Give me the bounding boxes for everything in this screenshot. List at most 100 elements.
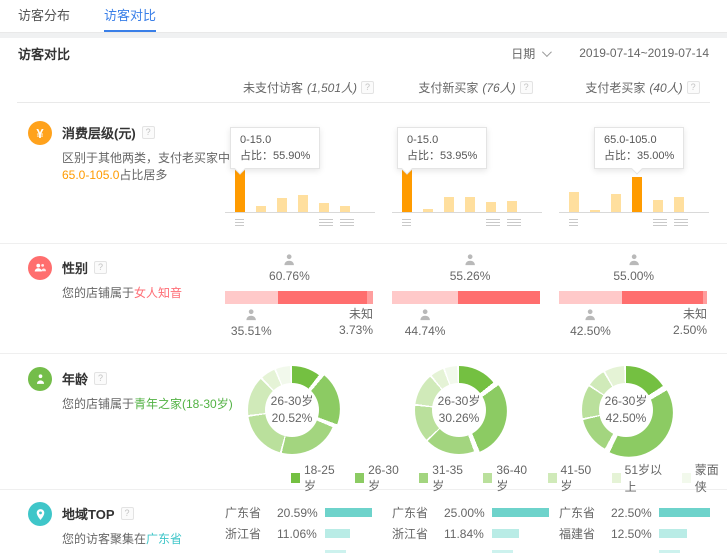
region-bar[interactable] (659, 508, 710, 517)
legend-label: 31-35岁 (432, 463, 470, 494)
bar-segment[interactable] (653, 200, 663, 212)
bar-segment[interactable] (256, 206, 266, 212)
region-rows: 广东省25.00%浙江省11.84% (392, 490, 559, 553)
region-bar[interactable] (325, 508, 372, 517)
bar-segment[interactable] (298, 195, 308, 212)
region-chart-cell: 广东省22.50%福建省12.50% (559, 490, 726, 553)
column-name: 支付新买家 (418, 79, 478, 96)
region-chart-cell: 广东省25.00%浙江省11.84% (392, 490, 559, 553)
column-count: (1,501人) (307, 79, 357, 96)
tooltip-share: 占比：55.90% (240, 148, 310, 164)
gender-segment-unknown[interactable] (703, 291, 707, 304)
bar-segment[interactable] (507, 201, 517, 212)
legend-item[interactable]: 41-50岁 (548, 463, 599, 494)
bar-segment[interactable] (444, 197, 454, 212)
date-dropdown-label: 日期 (511, 45, 535, 62)
region-row (559, 544, 726, 553)
bar-segment[interactable] (569, 192, 579, 212)
help-icon[interactable]: ? (94, 261, 107, 274)
bar-segment[interactable] (674, 197, 684, 212)
gender-chart-cell: 55.00%42.50%未知2.50% (559, 244, 726, 353)
legend-label: 41-50岁 (561, 463, 599, 494)
consumption-bar-chart: 65.0-105.0占比：35.00% (559, 115, 719, 227)
male-share-label: 42.50% (570, 324, 611, 338)
unknown-share: 未知3.73% (339, 306, 373, 338)
unknown-label: 未知 (339, 306, 373, 322)
tab-visitor-distribution[interactable]: 访客分布 (18, 0, 70, 32)
bar-segment[interactable] (611, 194, 621, 212)
bar-segment[interactable] (423, 209, 433, 212)
column-headers: 未支付访客(1,501人)?支付新买家(76人)?支付老买家(40人)? (0, 72, 727, 102)
tooltip-range: 0-15.0 (240, 132, 310, 148)
unknown-share-label: 3.73% (339, 322, 373, 338)
female-share: 55.26% (450, 253, 491, 283)
gender-segment-female[interactable] (622, 291, 703, 304)
region-row (392, 544, 559, 553)
divider-strip (0, 33, 727, 38)
region-bar[interactable] (492, 529, 519, 538)
region-bar[interactable] (325, 529, 350, 538)
legend-item[interactable]: 26-30岁 (355, 463, 406, 494)
gender-bar (225, 291, 373, 304)
region-description: 您的访客聚集在广东省 (62, 531, 182, 548)
gender-segment-male[interactable] (392, 291, 458, 304)
consumption-chart-cell: 0-15.0占比：53.95% (392, 103, 559, 243)
legend-item[interactable]: 31-35岁 (419, 463, 470, 494)
gender-chart-cell: 60.76% 35.51% 未知3.73% (225, 244, 392, 353)
age-donut-chart: 26-30岁42.50% (582, 366, 670, 454)
gender-segment-unknown[interactable] (367, 291, 373, 304)
gender-segment-female[interactable] (278, 291, 368, 304)
gender-chart-cell: 55.26%44.74% (392, 244, 559, 353)
female-share-label: 60.76% (269, 269, 310, 283)
gender-segment-female[interactable] (458, 291, 540, 304)
tooltip-share: 占比：53.95% (407, 148, 477, 164)
gender-segment-male[interactable] (225, 291, 278, 304)
region-name: 广东省 (225, 504, 277, 521)
region-name: 广东省 (559, 504, 611, 521)
help-icon[interactable]: ? (142, 126, 155, 139)
chart-tooltip: 65.0-105.0占比：35.00% (594, 127, 684, 169)
axis-tick-label (486, 219, 500, 227)
age-donut-chart: 26-30岁20.52% (248, 366, 336, 454)
date-range-picker[interactable]: 2019-07-14~2019-07-14 (579, 46, 709, 60)
region-row: 浙江省11.06% (225, 523, 392, 544)
region-bar[interactable] (659, 529, 687, 538)
map-pin-icon (28, 502, 52, 526)
donut-center-category: 26-30岁 (438, 393, 481, 410)
legend-swatch (612, 473, 621, 483)
donut-center-value: 30.26% (439, 410, 480, 427)
male-share-label: 35.51% (231, 324, 272, 338)
gender-segment-male[interactable] (559, 291, 622, 304)
help-icon[interactable]: ? (687, 81, 700, 94)
bar-segment[interactable] (277, 198, 287, 212)
bar-segment[interactable] (486, 202, 496, 212)
help-icon[interactable]: ? (361, 81, 374, 94)
consumption-chart-cell: 0-15.0占比：55.90% (225, 103, 392, 243)
section-consumption: ¥ 消费层级(元) ? 区别于其他两类，支付老买家中 65.0-105.0占比居… (0, 103, 727, 243)
page-title: 访客对比 (18, 44, 70, 63)
tab-visitor-compare[interactable]: 访客对比 (104, 0, 156, 32)
date-dimension-dropdown[interactable]: 日期 (511, 45, 549, 62)
bar-segment[interactable] (465, 197, 475, 212)
legend-item[interactable]: 36-40岁 (483, 463, 534, 494)
donut-center-label: 26-30岁30.26% (432, 383, 486, 437)
region-chart-cell: 广东省20.59%浙江省11.06% (225, 490, 392, 553)
tooltip-share: 占比：35.00% (604, 148, 674, 164)
column-header-1: 支付新买家(76人)? (392, 79, 559, 96)
bar-segment[interactable] (340, 206, 350, 212)
female-share-label: 55.00% (613, 269, 654, 283)
region-bar[interactable] (492, 508, 549, 517)
help-icon[interactable]: ? (520, 81, 533, 94)
bar-segment[interactable] (590, 210, 600, 212)
bar-segment[interactable] (632, 177, 642, 212)
consumption-chart-cell: 65.0-105.0占比：35.00% (559, 103, 726, 243)
region-row: 福建省12.50% (559, 523, 726, 544)
bar-segment[interactable] (319, 203, 329, 212)
help-icon[interactable]: ? (94, 372, 107, 385)
help-icon[interactable]: ? (121, 507, 134, 520)
axis-tick-label (319, 219, 333, 227)
section-gender: 性别 ? 您的店铺属于女人知音 60.76%35.51%未知3.73% 55.2… (0, 243, 727, 353)
gender-chart: 55.00%42.50%未知2.50% (559, 248, 719, 348)
legend-item[interactable]: 18-25岁 (291, 463, 342, 494)
region-share-label: 12.50% (611, 527, 659, 541)
